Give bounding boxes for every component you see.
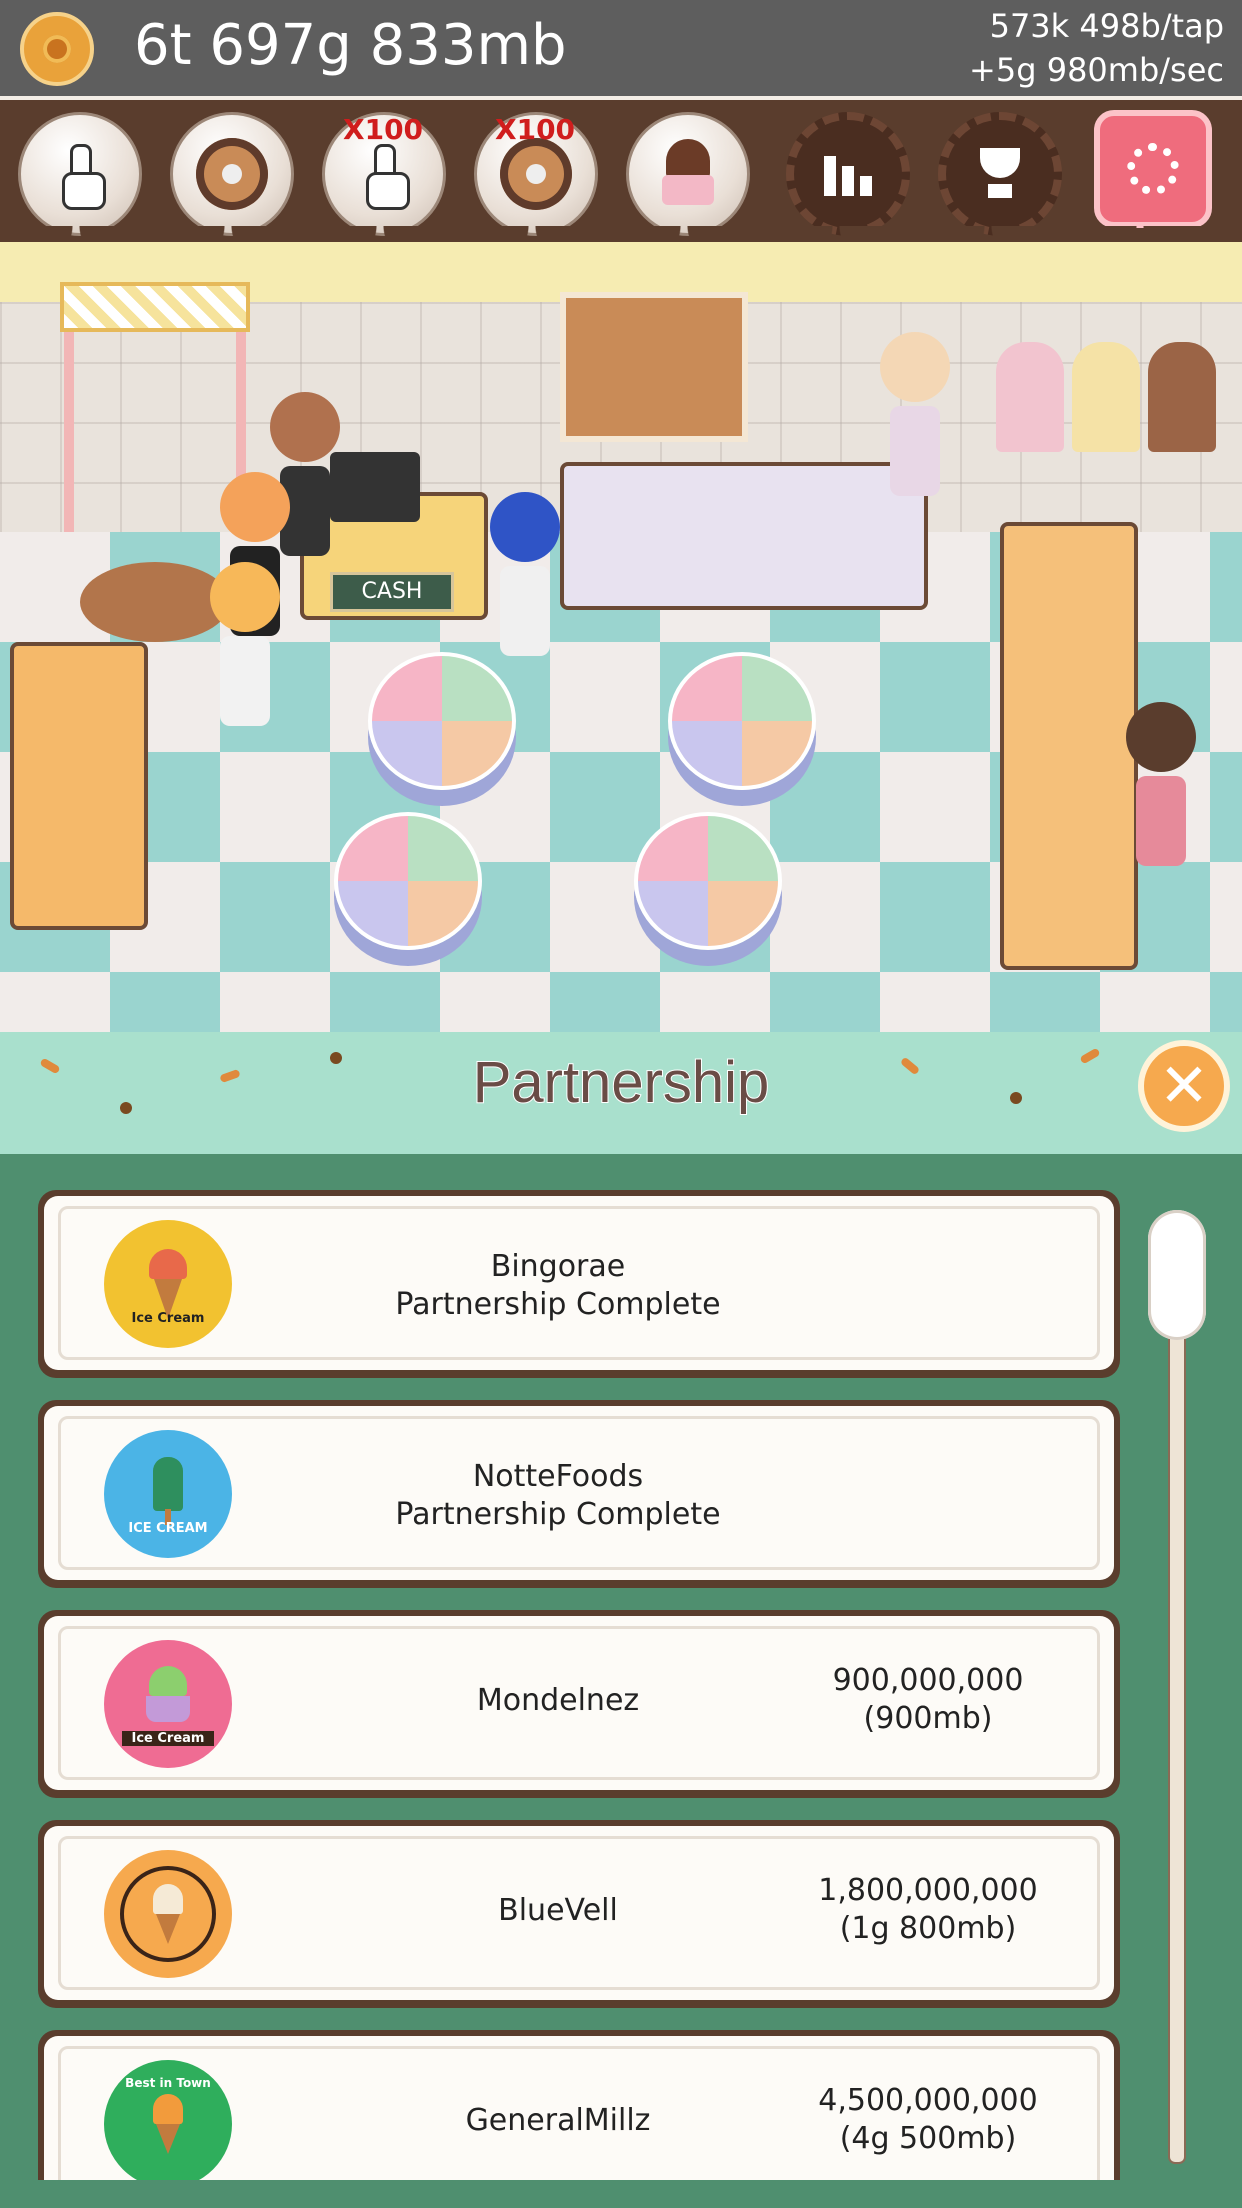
strawberry-dispenser <box>996 342 1064 452</box>
achievements-button[interactable] <box>938 112 1062 236</box>
customer-table[interactable] <box>334 812 482 950</box>
partner-name: Bingorae <box>490 1249 626 1284</box>
partner-price-short: (900mb) <box>863 1701 993 1736</box>
income-rate: 573k 498b/tap +5g 980mb/sec <box>969 4 1224 92</box>
scrollbar-track[interactable] <box>1168 1240 1186 2164</box>
menu-board <box>560 292 748 442</box>
staff-character[interactable] <box>1126 702 1196 872</box>
cash-sign: CASH <box>330 572 454 612</box>
donut-icon <box>196 138 268 210</box>
donut-platter <box>80 562 230 642</box>
status-bar: 6t 697g 833mb 573k 498b/tap +5g 980mb/se… <box>0 0 1242 100</box>
display-case <box>560 462 928 610</box>
close-icon: ✕ <box>1158 1051 1210 1121</box>
bar-chart-icon <box>824 152 872 196</box>
customer-table[interactable] <box>368 652 516 790</box>
partner-price: 4,500,000,000 <box>818 2083 1038 2118</box>
toolbar: X100 X100 <box>0 100 1242 258</box>
chocolate-dispenser <box>1148 342 1216 452</box>
partner-name: BlueVell <box>498 1893 618 1928</box>
customer-character[interactable] <box>490 492 560 662</box>
money-total: 6t 697g 833mb <box>134 13 567 78</box>
x100-label: X100 <box>343 113 424 146</box>
best-in-town-cone-logo-icon: Best in Town <box>104 2060 232 2180</box>
list-item[interactable]: Ice Cream Bingorae Partnership Complete <box>38 1190 1120 1378</box>
left-counter <box>10 642 148 930</box>
list-item[interactable]: Best in Town GeneralMillz 4,500,000,000 … <box>38 2030 1120 2180</box>
donut-x100-button[interactable]: X100 <box>474 112 598 236</box>
trophy-icon <box>976 148 1024 200</box>
list-item[interactable]: BlueVell 1,800,000,000 (1g 800mb) <box>38 1820 1120 2008</box>
sundae-icon <box>658 139 718 209</box>
sundae-ice-cream-logo-icon: Ice Cream <box>104 1640 232 1768</box>
panel-title: Partnership <box>472 1049 771 1116</box>
tap-upgrade-button[interactable] <box>18 112 142 236</box>
settings-button[interactable] <box>1094 110 1212 228</box>
premium-quality-ice-cream-logo-icon: Ice Cream <box>104 1220 232 1348</box>
per-tap-rate: 573k 498b/tap <box>989 7 1224 45</box>
popsicle-ice-cream-logo-icon: ICE CREAM <box>104 1430 232 1558</box>
partner-status: Partnership Complete <box>395 1287 721 1322</box>
awning <box>60 282 250 332</box>
side-counter <box>1000 522 1138 970</box>
partner-name: GeneralMillz <box>465 2103 651 2138</box>
x100-label: X100 <box>495 113 576 146</box>
stats-button[interactable] <box>786 112 910 236</box>
list-item[interactable]: ICE CREAM NotteFoods Partnership Complet… <box>38 1400 1120 1588</box>
partner-price: 900,000,000 <box>832 1663 1024 1698</box>
cash-register <box>330 452 420 522</box>
dessert-menu-button[interactable] <box>626 112 750 236</box>
partnership-list[interactable]: Ice Cream Bingorae Partnership Complete … <box>38 1190 1124 2180</box>
tap-hand-icon <box>52 144 108 210</box>
tap-x100-button[interactable]: X100 <box>322 112 446 236</box>
customer-table[interactable] <box>634 812 782 950</box>
staff-character[interactable] <box>210 562 280 732</box>
coin-icon <box>20 12 94 86</box>
partner-name: NotteFoods <box>472 1459 644 1494</box>
partner-name: Mondelnez <box>476 1683 640 1718</box>
vanilla-dispenser <box>1072 342 1140 452</box>
customer-character[interactable] <box>880 332 950 502</box>
list-item[interactable]: Ice Cream Mondelnez 900,000,000 (900mb) <box>38 1610 1120 1798</box>
tap-hand-icon <box>356 144 412 210</box>
gear-icon <box>1127 143 1179 195</box>
donut-upgrade-button[interactable] <box>170 112 294 236</box>
awning-pole <box>64 332 74 532</box>
partner-price: 1,800,000,000 <box>818 1873 1038 1908</box>
scrollbar-thumb[interactable] <box>1148 1210 1206 1340</box>
soft-serve-cone-logo-icon <box>104 1850 232 1978</box>
partner-price-short: (1g 800mb) <box>839 1911 1017 1946</box>
shop-scene[interactable]: CASH <box>0 242 1242 1032</box>
customer-table[interactable] <box>668 652 816 790</box>
partner-status: Partnership Complete <box>395 1497 721 1532</box>
partner-price-short: (4g 500mb) <box>839 2121 1017 2156</box>
close-button[interactable]: ✕ <box>1138 1040 1230 1132</box>
donut-icon <box>500 138 572 210</box>
per-sec-rate: +5g 980mb/sec <box>969 51 1224 89</box>
